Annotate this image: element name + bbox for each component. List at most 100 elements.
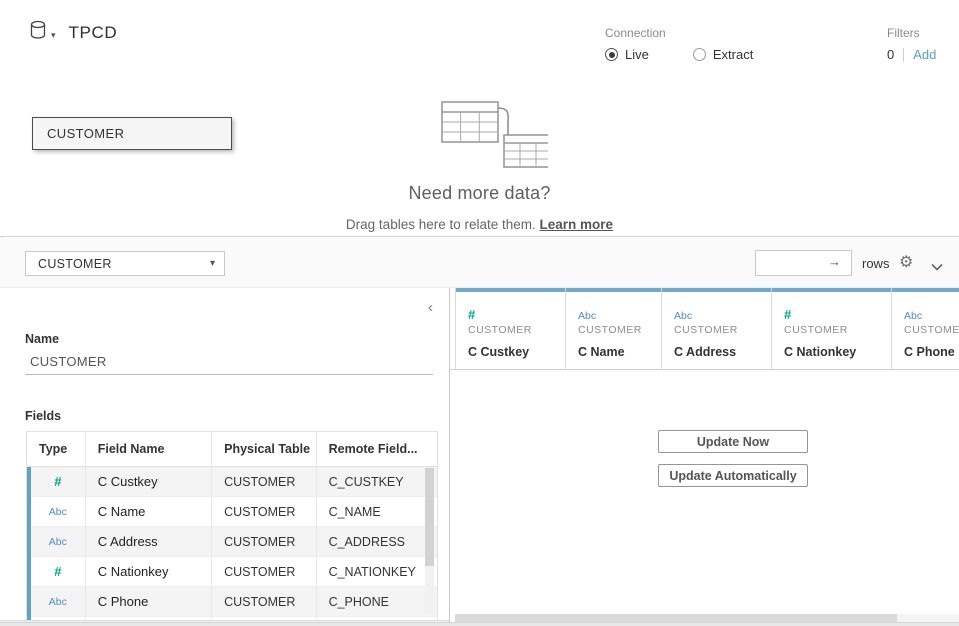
datasource-title: TPCD [69,23,118,43]
grid-column-c-custkey[interactable]: # CUSTOMER C Custkey [455,288,566,369]
grid-column-field[interactable]: C Name [578,345,661,359]
learn-more-link[interactable]: Learn more [540,217,614,232]
grid-column-c-name[interactable]: Abc CUSTOMER C Name [566,288,662,369]
grid-column-c-phone[interactable]: Abc CUSTOMER C Phone [892,288,959,369]
bottom-scrollbar-strip [0,622,959,626]
string-type-icon: Abc [49,536,67,548]
column-header-remote-field[interactable]: Remote Field... [317,432,437,466]
grid-column-table: CUSTOMER [784,324,891,336]
remote-field-cell: C_CUSTKEY [317,467,437,496]
fields-table: Type Field Name Physical Table Remote Fi… [26,431,438,620]
column-accent-bar [662,288,771,292]
radio-live-circle[interactable] [605,48,618,61]
name-label: Name [25,332,59,346]
connection-section: Connection Live Extract [605,26,753,62]
remote-field-cell: C_PHONE [317,587,437,616]
grid-column-c-nationkey[interactable]: # CUSTOMER C Nationkey [772,288,892,369]
table-row[interactable]: Abc C Phone CUSTOMER C_PHONE [31,587,437,617]
field-name-cell[interactable]: C Name [86,497,212,526]
table-select-dropdown[interactable]: CUSTOMER ▾ [25,251,225,276]
physical-table-cell: CUSTOMER [212,497,317,526]
table-row[interactable]: # C Custkey CUSTOMER C_CUSTKEY [31,467,437,497]
update-now-button[interactable]: Update Now [658,430,808,453]
column-header-type[interactable]: Type [27,432,86,466]
string-type-icon: Abc [49,506,67,518]
string-type-icon: Abc [674,310,692,322]
data-grid: # CUSTOMER C Custkey Abc CUSTOMER C Name… [450,288,959,626]
number-type-icon: # [468,307,475,322]
number-type-icon: # [784,307,791,322]
radio-extract[interactable]: Extract [693,47,753,62]
connection-label: Connection [605,26,753,40]
grid-column-table: CUSTOMER [904,324,959,336]
column-accent-bar [456,288,565,292]
table-row[interactable]: Abc C Address CUSTOMER C_ADDRESS [31,527,437,557]
radio-live[interactable]: Live [605,47,649,62]
related-tables-icon [428,95,548,175]
filters-count: 0 [887,47,894,62]
empty-hint-text: Drag tables here to relate them. [346,217,540,232]
fields-label: Fields [25,409,61,423]
filters-section: Filters 0 Add [887,26,936,62]
grid-toolbar: CUSTOMER ▾ → rows ⚙ [0,238,959,288]
field-name-cell[interactable]: C Nationkey [86,557,212,586]
table-row[interactable]: # C Nationkey CUSTOMER C_NATIONKEY [31,557,437,587]
field-name-cell[interactable]: C Phone [86,587,212,616]
fields-table-body: # C Custkey CUSTOMER C_CUSTKEY Abc C Nam… [27,467,437,620]
field-name-cell[interactable]: C Custkey [86,467,212,496]
filters-label: Filters [887,26,936,40]
empty-state-title: Need more data? [0,183,959,204]
column-header-field-name[interactable]: Field Name [86,432,212,466]
field-name-cell[interactable]: C Address [86,527,212,556]
column-accent-bar [772,288,891,292]
column-accent-bar [566,288,661,292]
remote-field-cell: C_NAME [317,497,437,526]
grid-column-field[interactable]: C Nationkey [784,345,891,359]
string-type-icon: Abc [578,310,596,322]
table-row[interactable]: Abc C Name CUSTOMER C_NAME [31,497,437,527]
string-type-icon: Abc [904,310,922,322]
dropdown-caret-icon: ▾ [210,258,215,269]
column-header-physical-table[interactable]: Physical Table [212,432,316,466]
radio-extract-label: Extract [713,47,753,62]
grid-header-row: # CUSTOMER C Custkey Abc CUSTOMER C Name… [450,288,959,370]
name-underline [25,374,433,375]
filters-divider [903,48,904,62]
gear-icon[interactable]: ⚙ [899,252,913,272]
grid-column-table: CUSTOMER [674,324,771,336]
grid-column-field[interactable]: C Custkey [468,345,565,359]
string-type-icon: Abc [49,596,67,608]
tableau-datasource-page: ▾ TPCD Connection Live Extract Filters 0 [0,0,959,626]
remote-field-cell: C_NATIONKEY [317,557,437,586]
datasource-header: ▾ TPCD Connection Live Extract Filters 0 [0,0,959,90]
fields-table-header: Type Field Name Physical Table Remote Fi… [27,432,437,467]
relationship-canvas: CUSTOMER Need more data? Drag tables her… [0,90,959,237]
update-automatically-button[interactable]: Update Automatically [658,464,808,487]
grid-column-table: CUSTOMER [468,324,565,336]
name-value[interactable]: CUSTOMER [30,354,107,369]
grid-column-table: CUSTOMER [578,324,661,336]
physical-table-cell: CUSTOMER [212,557,317,586]
grid-column-field[interactable]: C Address [674,345,771,359]
collapse-panel-icon[interactable]: ‹ [428,300,433,315]
number-type-icon: # [54,564,61,579]
remote-field-cell: C_ADDRESS [317,527,437,556]
radio-extract-circle[interactable] [693,48,706,61]
fields-scrollbar-thumb[interactable] [425,468,434,566]
database-caret-icon[interactable]: ▾ [51,30,56,41]
physical-table-cell: CUSTOMER [212,467,317,496]
canvas-table-customer[interactable]: CUSTOMER [32,117,232,150]
column-accent-bar [892,288,959,292]
physical-table-cell: CUSTOMER [212,587,317,616]
chevron-down-icon[interactable] [931,258,943,276]
database-icon[interactable] [30,20,48,45]
physical-table-cell: CUSTOMER [212,527,317,556]
filters-add-link[interactable]: Add [913,47,936,62]
rows-label: rows [862,256,889,271]
radio-live-label: Live [625,47,649,62]
grid-column-field[interactable]: C Phone [904,345,959,359]
grid-hscrollbar-thumb[interactable] [455,614,897,622]
empty-state-hint: Drag tables here to relate them. Learn m… [0,217,959,232]
grid-column-c-address[interactable]: Abc CUSTOMER C Address [662,288,772,369]
rows-count-input[interactable] [755,250,852,276]
